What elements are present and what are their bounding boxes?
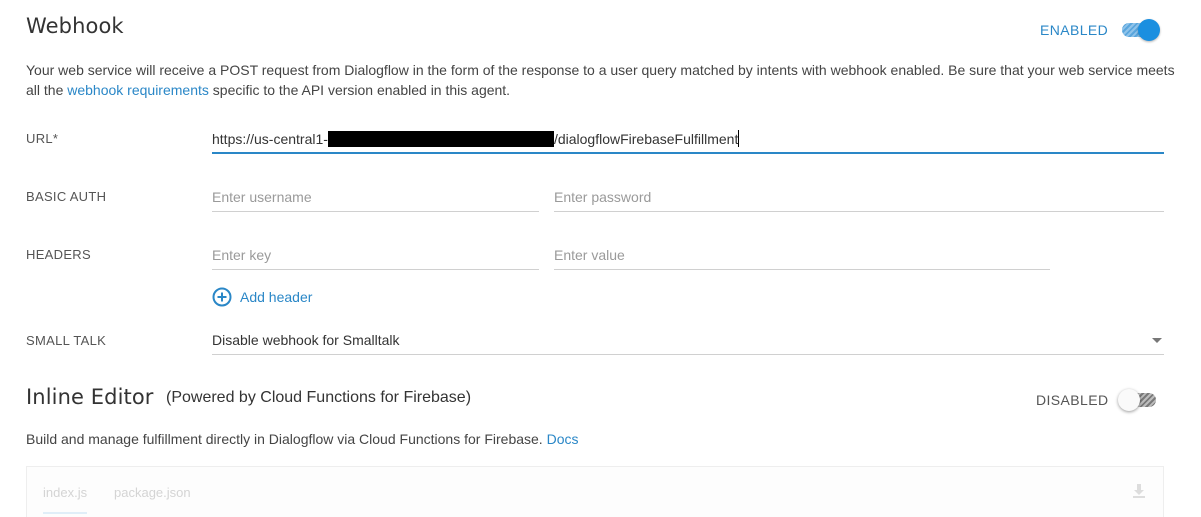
url-label: URL* [26, 131, 59, 146]
small-talk-selected-value: Disable webhook for Smalltalk [212, 332, 400, 348]
small-talk-select[interactable]: Disable webhook for Smalltalk [212, 327, 1164, 355]
username-input[interactable]: Enter username [212, 184, 539, 212]
inline-editor-subtitle: (Powered by Cloud Functions for Firebase… [166, 389, 472, 406]
chevron-down-icon [1152, 338, 1162, 343]
add-circle-icon [212, 287, 232, 307]
password-input[interactable]: Enter password [554, 184, 1164, 212]
add-header-label: Add header [240, 289, 313, 305]
add-header-button[interactable]: Add header [212, 286, 312, 308]
redacted-block [327, 131, 554, 147]
download-icon[interactable] [1131, 483, 1147, 499]
url-value-prefix: https://us-central1- [212, 131, 328, 147]
tab-index-js[interactable]: index.js [43, 485, 88, 514]
inline-editor-description-text: Build and manage fulfillment directly in… [26, 431, 547, 447]
inline-editor-description: Build and manage fulfillment directly in… [26, 429, 579, 449]
code-editor-panel: index.js package.json [26, 466, 1164, 517]
webhook-requirements-link[interactable]: webhook requirements [67, 82, 209, 98]
docs-link[interactable]: Docs [547, 431, 579, 447]
webhook-toggle[interactable] [1122, 19, 1160, 41]
headers-label: HEADERS [26, 247, 91, 262]
inline-editor-toggle-knob [1118, 389, 1140, 411]
text-caret [738, 130, 740, 147]
small-talk-label: SMALL TALK [26, 333, 107, 348]
webhook-description-text-end: specific to the API version enabled in t… [208, 82, 511, 98]
webhook-toggle-knob [1138, 19, 1160, 41]
webhook-description: Your web service will receive a POST req… [26, 60, 1176, 100]
inline-editor-toggle[interactable] [1118, 389, 1156, 411]
url-value-suffix: /dialogflowFirebaseFulfillment [553, 131, 739, 147]
inline-editor-title: Inline Editor [26, 385, 154, 409]
header-key-input[interactable]: Enter key [212, 242, 539, 270]
tab-package-json[interactable]: package.json [114, 485, 191, 500]
url-input[interactable]: https://us-central1- /dialogflowFirebaseF… [212, 126, 1164, 154]
header-value-input[interactable]: Enter value [554, 242, 1050, 270]
webhook-title: Webhook [26, 14, 124, 38]
webhook-status-label: ENABLED [1040, 22, 1109, 38]
basic-auth-label: BASIC AUTH [26, 189, 107, 204]
fulfillment-page: Webhook ENABLED Your web service will re… [0, 0, 1201, 517]
inline-editor-status-label: DISABLED [1036, 392, 1109, 408]
